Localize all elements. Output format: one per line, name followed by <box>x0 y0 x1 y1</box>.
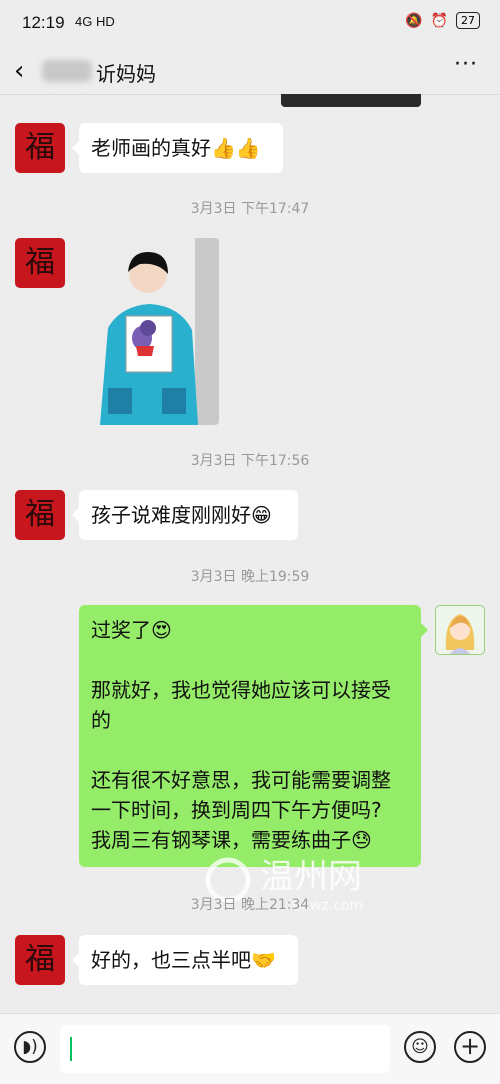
message-line: 那就好，我也觉得她应该可以接受 <box>91 678 391 702</box>
plus-icon[interactable]: + <box>454 1031 486 1063</box>
cartoon-girl-avatar-icon <box>445 614 475 654</box>
thumbs-up-icon: 👍👍 <box>211 136 261 160</box>
input-bar: ◗) ☺ + <box>0 1013 500 1084</box>
message-bubble[interactable]: 老师画的真好👍👍 <box>72 123 283 173</box>
timestamp: 3月3日 晚上19:59 <box>190 569 310 585</box>
contact-avatar[interactable]: 福 <box>15 935 65 985</box>
watermark-text: 温州网 <box>260 857 362 897</box>
message-text: 好的，也三点半吧 <box>91 948 251 972</box>
message-input[interactable] <box>60 1025 390 1073</box>
chat-header: ‹ 䜣妈妈 ··· <box>0 48 500 95</box>
alarm-icon: ⏰ <box>430 12 448 29</box>
image-message[interactable] <box>80 238 219 425</box>
contact-avatar[interactable]: 福 <box>15 123 65 173</box>
message-bubble[interactable]: 孩子说难度刚刚好😁 <box>72 490 298 540</box>
timestamp: 3月3日 下午17:47 <box>190 201 310 217</box>
battery-icon: 27 <box>456 12 480 29</box>
contact-avatar[interactable]: 福 <box>15 238 65 288</box>
clock: 12:19 <box>22 13 65 32</box>
redacted-name <box>42 60 92 82</box>
status-bar: 12:19 4G HD 🔕 ⏰ 27 <box>0 0 500 48</box>
network-indicator: 4G HD <box>75 14 115 29</box>
grin-emoji-icon: 😁 <box>251 503 272 527</box>
message-line: 一下时间，换到周四下午方便吗? <box>91 798 382 822</box>
message-line: 过奖了 <box>91 618 151 642</box>
my-avatar[interactable] <box>435 605 485 655</box>
emoji-icon[interactable]: ☺ <box>404 1031 436 1063</box>
heart-eyes-emoji-icon: 😍 <box>151 618 172 642</box>
chat-title: 䜣妈妈 <box>96 62 156 86</box>
my-message-bubble[interactable]: 过奖了😍 那就好，我也觉得她应该可以接受 的 还有很不好意思，我可能需要调整 一… <box>79 605 428 867</box>
timestamp: 3月3日 下午17:56 <box>190 453 310 469</box>
message-bubble[interactable]: 好的，也三点半吧🤝 <box>72 935 298 985</box>
previous-image-edge[interactable] <box>281 94 421 107</box>
more-icon[interactable]: ··· <box>454 52 478 77</box>
text-caret <box>70 1037 72 1061</box>
message-line: 还有很不好意思，我可能需要调整 <box>91 768 391 792</box>
message-text: 老师画的真好 <box>91 136 211 160</box>
handshake-emoji-icon: 🤝 <box>251 948 276 972</box>
timestamp: 3月3日 晚上21:34 <box>190 897 310 913</box>
message-text: 孩子说难度刚刚好 <box>91 503 251 527</box>
message-line: 的 <box>91 708 111 732</box>
chevron-left-icon[interactable]: ‹ <box>14 56 24 86</box>
voice-icon[interactable]: ◗) <box>14 1031 46 1063</box>
mute-icon: 🔕 <box>405 12 423 29</box>
contact-avatar[interactable]: 福 <box>15 490 65 540</box>
